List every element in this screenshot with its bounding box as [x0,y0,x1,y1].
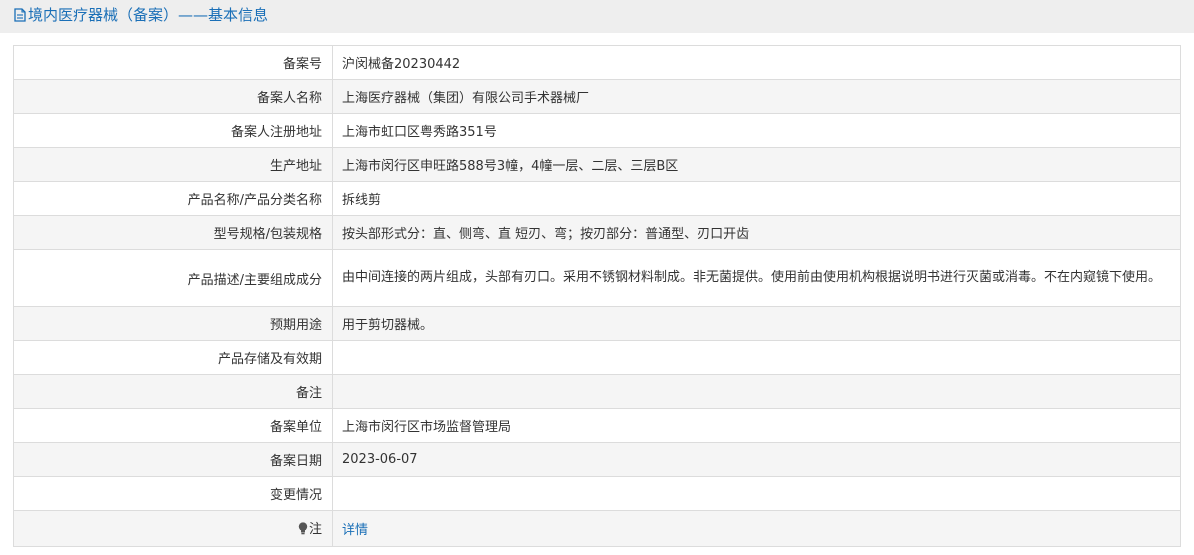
row-label: 备案日期 [13,442,333,477]
row-value: 按头部形式分：直、侧弯、直 短刃、弯；按刃部分：普通型、刃口开齿 [332,215,1181,250]
table-row: 备案人名称 上海医疗器械（集团）有限公司手术器械厂 [13,79,1181,114]
row-value: 上海市闵行区市场监督管理局 [332,408,1181,443]
row-value: 上海市闵行区申旺路588号3幢，4幢一层、二层、三层B区 [332,147,1181,182]
lightbulb-icon [298,522,308,539]
details-link[interactable]: 详情 [342,523,368,538]
table-row: 预期用途 用于剪切器械。 [13,306,1181,341]
row-label: 备案人名称 [13,79,333,114]
row-value: 拆线剪 [332,181,1181,216]
table-row: 备案号 沪闵械备20230442 [13,45,1181,80]
row-label: 备案号 [13,45,333,80]
table-row: 注 详情 [13,510,1181,547]
table-row: 产品描述/主要组成成分 由中间连接的两片组成，头部有刃口。采用不锈钢材料制成。非… [13,249,1181,307]
table-row: 备案单位 上海市闵行区市场监督管理局 [13,408,1181,443]
page-title: 境内医疗器械（备案）——基本信息 [28,6,269,24]
row-value [332,374,1181,409]
note-label: 注 [13,510,333,547]
document-icon [14,2,26,32]
info-table: 备案号 沪闵械备20230442 备案人名称 上海医疗器械（集团）有限公司手术器… [13,45,1181,547]
table-row: 变更情况 [13,476,1181,511]
table-row: 备注 [13,374,1181,409]
row-value: 上海市虹口区粤秀路351号 [332,113,1181,148]
row-label: 备案人注册地址 [13,113,333,148]
table-row: 备案日期 2023-06-07 [13,442,1181,477]
row-value: 上海医疗器械（集团）有限公司手术器械厂 [332,79,1181,114]
row-label: 变更情况 [13,476,333,511]
table-row: 型号规格/包装规格 按头部形式分：直、侧弯、直 短刃、弯；按刃部分：普通型、刃口… [13,215,1181,250]
row-value: 用于剪切器械。 [332,306,1181,341]
row-value [332,476,1181,511]
row-value [332,340,1181,375]
page-header: 境内医疗器械（备案）——基本信息 [0,0,1194,33]
row-label: 产品名称/产品分类名称 [13,181,333,216]
info-panel: 备案号 沪闵械备20230442 备案人名称 上海医疗器械（集团）有限公司手术器… [0,33,1194,555]
row-value: 沪闵械备20230442 [332,45,1181,80]
row-label: 产品存储及有效期 [13,340,333,375]
row-value: 详情 [332,510,1181,547]
row-label: 产品描述/主要组成成分 [13,249,333,307]
row-value: 由中间连接的两片组成，头部有刃口。采用不锈钢材料制成。非无菌提供。使用前由使用机… [332,249,1181,307]
row-value: 2023-06-07 [332,442,1181,477]
table-row: 备案人注册地址 上海市虹口区粤秀路351号 [13,113,1181,148]
row-label: 型号规格/包装规格 [13,215,333,250]
row-label: 备案单位 [13,408,333,443]
note-label-text: 注 [308,522,322,537]
table-row: 产品存储及有效期 [13,340,1181,375]
row-label: 生产地址 [13,147,333,182]
row-label: 备注 [13,374,333,409]
table-row: 产品名称/产品分类名称 拆线剪 [13,181,1181,216]
row-label: 预期用途 [13,306,333,341]
table-row: 生产地址 上海市闵行区申旺路588号3幢，4幢一层、二层、三层B区 [13,147,1181,182]
